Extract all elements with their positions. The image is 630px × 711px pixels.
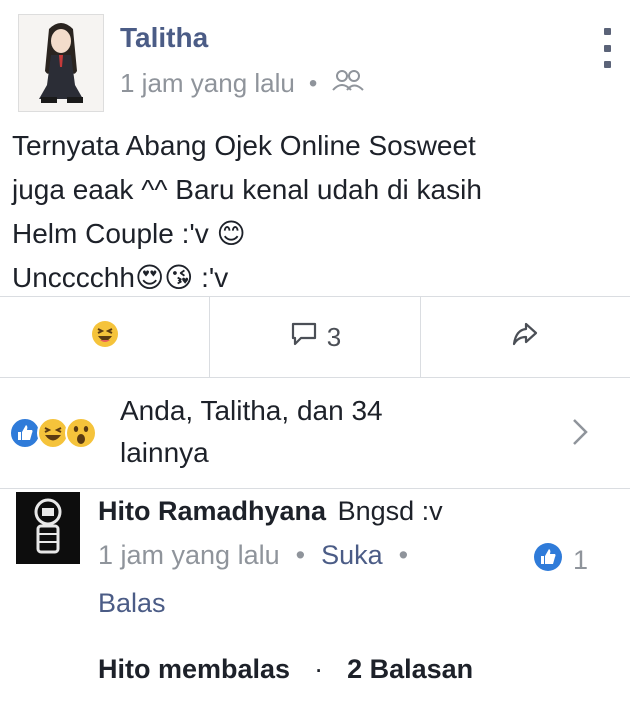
comment-icon (289, 320, 319, 355)
comment-count: 3 (326, 321, 342, 352)
replies-count[interactable]: 2 Balasan (347, 654, 473, 685)
reactors-line: Anda, Talitha, dan 34 (120, 395, 383, 426)
post-line: juga eaak ^^ Baru kenal udah di kasih (12, 174, 482, 205)
post-line: Ternyata Abang Ojek Online Sosweet (12, 130, 476, 161)
post-meta: 1 jam yang lalu • (120, 68, 365, 99)
anime-girl-avatar-image (19, 15, 103, 111)
meta-separator: • (295, 540, 306, 570)
commenter-avatar[interactable] (16, 492, 80, 564)
post-line: Helm Couple :'v 😊 (12, 218, 246, 249)
like-count: 1 (572, 545, 588, 575)
post-author-avatar[interactable] (18, 14, 104, 112)
replied-by-text[interactable]: Hito membalas (98, 654, 290, 685)
post-line: Uncccchh😍😘 :'v (12, 262, 229, 293)
haha-emoji-icon (90, 319, 120, 356)
friends-icon (331, 68, 365, 99)
post-timestamp[interactable]: 1 jam yang lalu (120, 68, 295, 99)
view-replies-row[interactable]: Hito membalas · 2 Balasan (98, 654, 473, 685)
post-body: Ternyata Abang Ojek Online Sosweet juga … (12, 124, 612, 300)
commenter-name[interactable]: Hito Ramadhyana (98, 496, 326, 526)
reactors-text[interactable]: Anda, Talitha, dan 34 lainnya (120, 390, 540, 474)
comment-body: Hito Ramadhyana Bngsd :v (98, 496, 608, 527)
reactors-line: lainnya (120, 437, 209, 468)
comment-like-count[interactable]: 1 (533, 542, 588, 579)
comment-button[interactable]: 3 (210, 297, 421, 377)
comment-reply-link[interactable]: Balas (98, 588, 166, 619)
comment-text: Bngsd :v (337, 496, 443, 526)
post-action-bar: 3 (0, 296, 630, 378)
share-button[interactable] (421, 297, 630, 377)
react-button[interactable] (0, 297, 211, 377)
reactions-summary-row[interactable]: Anda, Talitha, dan 34 lainnya (0, 376, 630, 489)
post-author-name[interactable]: Talitha (120, 22, 208, 54)
wow-icon (64, 416, 98, 455)
replies-separator: · (314, 654, 324, 684)
meta-separator: • (308, 69, 318, 97)
chevron-right-icon[interactable] (570, 416, 590, 453)
reaction-icons-group (8, 416, 98, 455)
astronaut-avatar-image (16, 492, 80, 564)
share-icon (510, 320, 540, 355)
comment-timestamp: 1 jam yang lalu (98, 540, 280, 570)
post-options-menu-icon[interactable] (600, 28, 614, 68)
comment-like-link[interactable]: Suka (321, 540, 383, 571)
like-icon (533, 542, 563, 579)
meta-separator: • (398, 540, 409, 570)
comment-meta: 1 jam yang lalu • Suka • (98, 540, 408, 571)
